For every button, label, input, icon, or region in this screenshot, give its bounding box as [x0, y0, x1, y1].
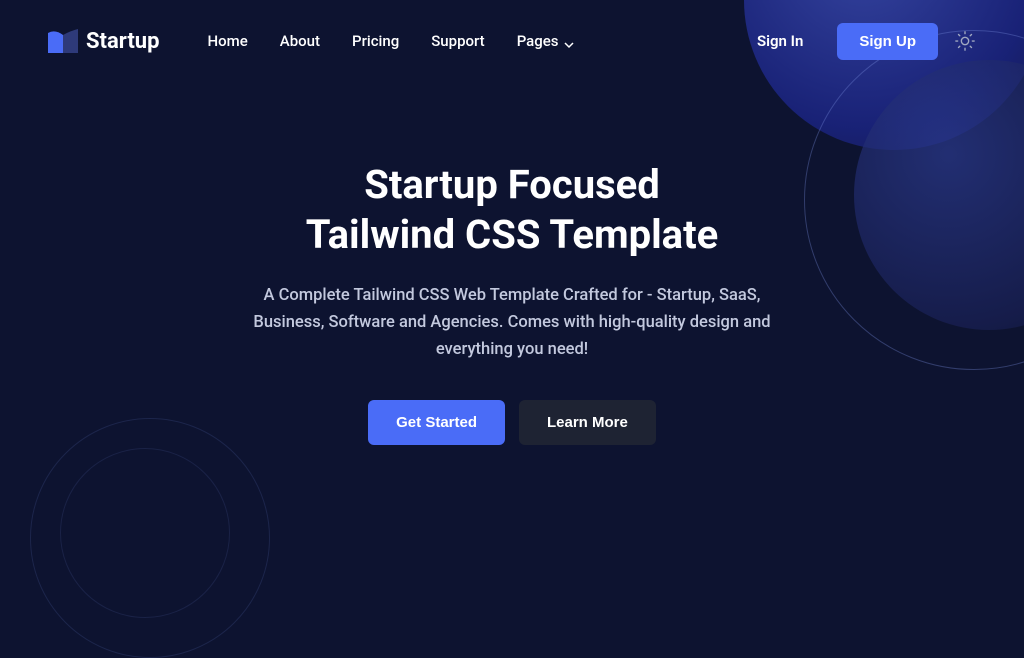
- sign-in-link[interactable]: Sign In: [739, 22, 821, 60]
- nav-support[interactable]: Support: [431, 32, 484, 50]
- primary-nav: Home About Pricing Support Pages: [208, 32, 739, 50]
- nav-about[interactable]: About: [280, 32, 320, 50]
- brand-logo[interactable]: Startup: [48, 29, 160, 54]
- chevron-down-icon: [564, 36, 574, 46]
- hero-title-line2: Tailwind CSS Template: [306, 211, 718, 258]
- header-actions: Sign In Sign Up: [739, 22, 976, 60]
- nav-home[interactable]: Home: [208, 32, 248, 50]
- nav-label: Support: [431, 32, 484, 50]
- logo-icon: [48, 29, 78, 53]
- get-started-button[interactable]: Get Started: [368, 400, 505, 445]
- nav-label: About: [280, 32, 320, 50]
- hero-subtitle: A Complete Tailwind CSS Web Template Cra…: [242, 282, 782, 364]
- nav-label: Pricing: [352, 32, 399, 50]
- hero-section: Startup Focused Tailwind CSS Template A …: [0, 82, 1024, 445]
- learn-more-button[interactable]: Learn More: [519, 400, 656, 445]
- nav-label: Home: [208, 32, 248, 50]
- brand-name: Startup: [86, 29, 160, 54]
- site-header: Startup Home About Pricing Support Pages…: [0, 0, 1024, 82]
- nav-pages[interactable]: Pages: [517, 32, 574, 50]
- hero-title-line1: Startup Focused: [364, 161, 660, 208]
- decorative-ring: [60, 448, 230, 618]
- sun-icon: [954, 30, 976, 52]
- hero-title: Startup Focused Tailwind CSS Template: [182, 160, 842, 260]
- nav-label: Pages: [517, 32, 559, 50]
- theme-toggle[interactable]: [954, 30, 976, 52]
- sign-up-button[interactable]: Sign Up: [837, 23, 938, 60]
- nav-pricing[interactable]: Pricing: [352, 32, 399, 50]
- hero-cta-group: Get Started Learn More: [0, 400, 1024, 445]
